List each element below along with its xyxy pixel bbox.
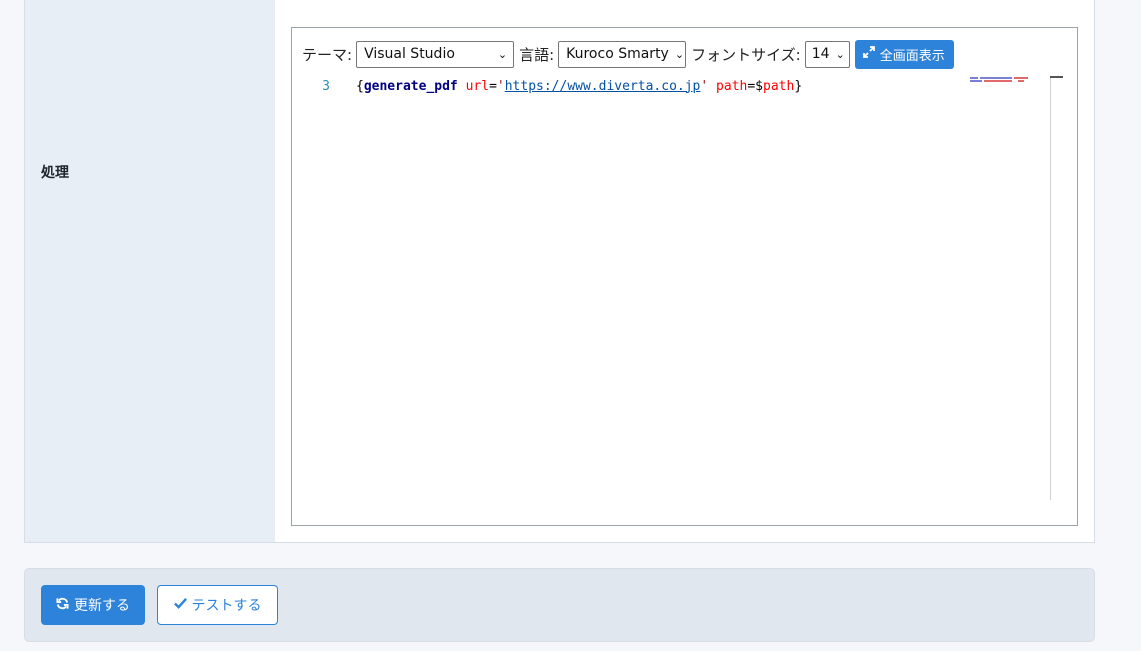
code-token-quote: ' <box>700 78 709 94</box>
theme-select[interactable]: Visual Studio ⌄ <box>356 40 515 68</box>
code-token-eq: = <box>489 78 497 94</box>
update-button[interactable]: 更新する <box>41 585 145 625</box>
code-token-brace: } <box>794 78 803 94</box>
code-token-attr: url <box>465 78 490 94</box>
minimap-line <box>1018 80 1024 82</box>
check-icon <box>173 597 187 613</box>
code-token-eq: =$ <box>747 78 764 94</box>
editor-toolbar: テーマ: Visual Studio ⌄ 言語: Kuroco Smarty ⌄… <box>302 39 954 69</box>
code-minimap[interactable] <box>970 76 1044 86</box>
code-editor: テーマ: Visual Studio ⌄ 言語: Kuroco Smarty ⌄… <box>291 27 1078 526</box>
minimap-line <box>970 80 982 82</box>
minimap-line <box>984 80 1012 82</box>
font-size-select[interactable]: 14 ⌄ <box>804 40 850 68</box>
update-button-label: 更新する <box>74 598 130 614</box>
code-token-tag: generate_pdf <box>363 78 458 94</box>
font-size-select-value: 14 <box>811 46 830 62</box>
test-button-label: テストする <box>191 598 262 614</box>
theme-select-value: Visual Studio <box>364 46 455 62</box>
line-number: 3 <box>322 78 330 94</box>
code-token-url[interactable]: https://www.diverta.co.jp <box>505 79 701 94</box>
scrollbar-thumb[interactable] <box>1050 76 1063 78</box>
code-token-quote: ' <box>496 78 505 94</box>
code-token-brace: { <box>356 78 364 94</box>
language-select-value: Kuroco Smarty <box>566 46 669 62</box>
code-area[interactable]: 3 { generate_pdf url = ' https://www.div… <box>292 76 1063 500</box>
code-line: 3 { generate_pdf url = ' https://www.div… <box>292 76 802 96</box>
language-select[interactable]: Kuroco Smarty ⌄ <box>558 40 687 68</box>
refresh-icon <box>56 597 69 614</box>
minimap-line <box>1014 77 1028 79</box>
chevron-down-icon: ⌄ <box>674 47 685 61</box>
minimap-line <box>970 77 978 79</box>
chevron-down-icon: ⌄ <box>835 47 845 61</box>
font-size-label: フォントサイズ: <box>691 45 801 64</box>
language-label: 言語: <box>519 45 555 64</box>
row-label: 処理 <box>41 165 69 181</box>
expand-icon <box>862 46 875 62</box>
theme-label: テーマ: <box>302 45 353 64</box>
chevron-down-icon: ⌄ <box>497 47 508 61</box>
form-row-processing: 処理 テーマ: Visual Studio ⌄ 言語: Kuroco Smart… <box>24 0 1095 543</box>
code-token-var: path <box>763 78 795 94</box>
minimap-line <box>980 77 1012 79</box>
fullscreen-button-label: 全画面表示 <box>879 48 945 64</box>
row-label-cell: 処理 <box>25 0 275 542</box>
action-panel: 更新する テストする <box>24 568 1095 642</box>
code-token-attr: path <box>716 78 748 94</box>
test-button[interactable]: テストする <box>157 585 278 625</box>
fullscreen-button[interactable]: 全画面表示 <box>854 39 954 69</box>
